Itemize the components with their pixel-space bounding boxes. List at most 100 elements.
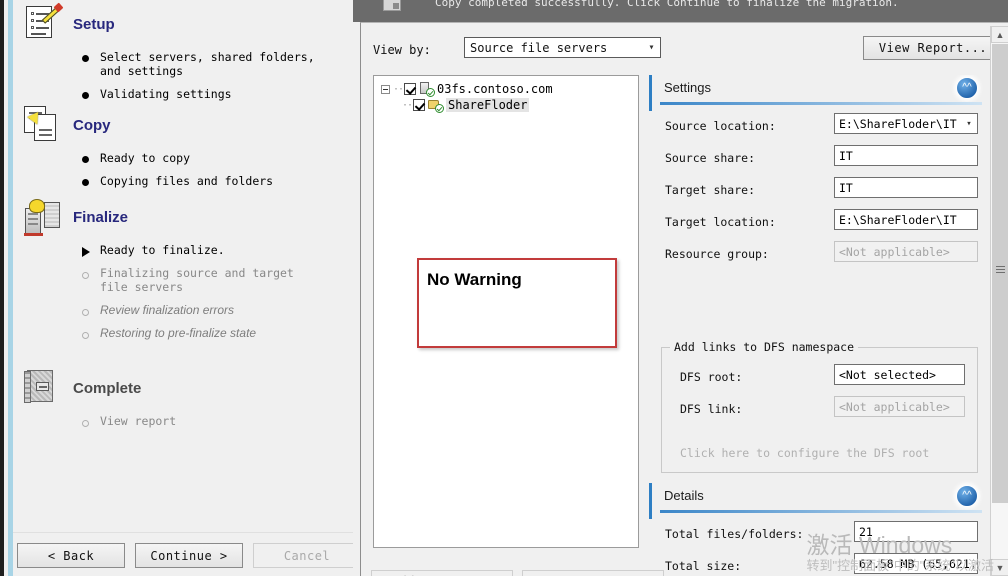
double-chevron-up-icon[interactable]: ^^ bbox=[956, 77, 978, 99]
wizard-group-finalize: Finalize Ready to finalize. Finalizing s… bbox=[23, 197, 321, 349]
step-label: Select servers, shared folders, and sett… bbox=[100, 50, 315, 78]
settings-section-header: Settings ^^ bbox=[649, 75, 986, 111]
step-bullet-icon bbox=[81, 91, 91, 101]
details-section-title: Details bbox=[664, 488, 704, 503]
settings-section-title: Settings bbox=[664, 80, 711, 95]
scroll-up-icon[interactable]: ▲ bbox=[991, 26, 1008, 43]
wizard-steps-container: Setup Select servers, shared folders, an… bbox=[13, 0, 353, 532]
field-label: Target location: bbox=[665, 215, 776, 229]
field-value: <Not applicable> bbox=[839, 244, 950, 259]
window-titlebar: Copy completed successfully. Click Conti… bbox=[353, 0, 1008, 22]
double-chevron-up-icon[interactable]: ^^ bbox=[956, 485, 978, 507]
setup-pencil-icon bbox=[23, 2, 64, 44]
wizard-footer: < Back Continue > Cancel bbox=[13, 532, 353, 576]
field-value: E:\ShareFloder\IT bbox=[839, 212, 957, 227]
wizard-group-setup-title: Setup bbox=[73, 15, 115, 33]
step-label: Ready to finalize. bbox=[100, 243, 225, 257]
dfs-link-input: <Not applicable> bbox=[834, 396, 965, 417]
window-title: Copy completed successfully. Click Conti… bbox=[435, 0, 899, 9]
app-root: Setup Select servers, shared folders, an… bbox=[0, 0, 1008, 576]
dfs-group-legend: Add links to DFS namespace bbox=[670, 340, 859, 354]
step-label: Restoring to pre-finalize state bbox=[100, 326, 257, 340]
wizard-step[interactable]: Restoring to pre-finalize state bbox=[81, 326, 321, 340]
section-divider bbox=[660, 510, 982, 513]
dfs-root-input[interactable]: <Not selected> bbox=[834, 364, 965, 385]
wizard-group-copy-steps: Ready to copy Copying files and folders bbox=[81, 151, 321, 188]
field-label: Resource group: bbox=[665, 247, 769, 261]
step-label: Ready to copy bbox=[100, 151, 191, 165]
wizard-group-copy-header: Copy bbox=[23, 105, 321, 145]
field-target-share: Target share: IT bbox=[649, 175, 986, 207]
field-source-share: Source share: IT bbox=[649, 143, 986, 175]
copy-pages-icon bbox=[23, 105, 63, 145]
field-dfs-root: DFS root: <Not selected> bbox=[662, 362, 977, 394]
total-files-value: 21 bbox=[854, 521, 978, 542]
tree-connector: ··· bbox=[402, 99, 418, 111]
field-value: E:\ShareFloder\IT bbox=[839, 116, 957, 131]
field-label: DFS root: bbox=[680, 370, 743, 384]
field-dfs-link: DFS link: <Not applicable> bbox=[662, 394, 977, 426]
field-label: Source share: bbox=[665, 151, 756, 165]
wizard-step-current[interactable]: Ready to finalize. bbox=[81, 243, 321, 257]
field-total-files: Total files/folders: 21 bbox=[649, 519, 986, 551]
wizard-group-setup-header: Setup bbox=[23, 2, 321, 44]
view-by-select[interactable]: Source file servers ▾ bbox=[464, 37, 661, 58]
step-label: Validating settings bbox=[100, 87, 232, 101]
wizard-group-complete: Complete View report bbox=[23, 368, 321, 437]
step-label: Finalizing source and target file server… bbox=[100, 266, 294, 294]
chevron-down-icon: ▾ bbox=[966, 118, 972, 129]
no-warning-callout: No Warning bbox=[417, 258, 617, 348]
scroll-down-icon[interactable]: ▼ bbox=[991, 559, 1008, 576]
target-share-input[interactable]: IT bbox=[834, 177, 978, 198]
field-resource-group: Resource group: <Not applicable> bbox=[649, 239, 986, 271]
scrollbar-thumb[interactable] bbox=[992, 44, 1008, 503]
tree-node-label: 03fs.contoso.com bbox=[437, 82, 553, 96]
document-icon bbox=[383, 0, 401, 11]
view-by-label: View by: bbox=[373, 43, 431, 57]
back-button[interactable]: < Back bbox=[17, 543, 125, 568]
continue-button[interactable]: Continue > bbox=[135, 543, 243, 568]
step-label: Review finalization errors bbox=[100, 303, 235, 317]
wizard-step[interactable]: Finalizing source and target file server… bbox=[81, 266, 321, 294]
page-scrollbar[interactable]: ▲ ▼ bbox=[990, 26, 1008, 576]
wizard-step[interactable]: Ready to copy bbox=[81, 151, 321, 165]
step-arrow-icon bbox=[81, 247, 91, 257]
field-target-location: Target location: E:\ShareFloder\IT bbox=[649, 207, 986, 239]
total-size-value: 62.58 MB (65,621,750 bbox=[854, 553, 978, 574]
field-value: <Not selected> bbox=[839, 367, 936, 382]
wizard-step[interactable]: View report bbox=[81, 414, 321, 428]
field-value: IT bbox=[839, 180, 853, 195]
collapse-expander-icon[interactable] bbox=[381, 84, 390, 94]
wizard-step[interactable]: Select servers, shared folders, and sett… bbox=[81, 50, 321, 78]
step-bullet-icon bbox=[81, 155, 91, 165]
wizard-group-complete-title: Complete bbox=[73, 379, 142, 397]
details-section: Details ^^ Total files/folders: 21 Total… bbox=[649, 483, 986, 576]
tree-node-share[interactable]: ··· ShareFloder bbox=[402, 98, 530, 113]
folder-icon bbox=[428, 98, 444, 113]
wizard-step[interactable]: Copying files and folders bbox=[81, 174, 321, 188]
tree-checkbox[interactable] bbox=[413, 99, 425, 111]
resource-group-input: <Not applicable> bbox=[834, 241, 978, 262]
view-by-value: Source file servers bbox=[470, 40, 608, 55]
dfs-configure-link[interactable]: Click here to configure the DFS root bbox=[680, 446, 929, 460]
add-server-button: Add Server... bbox=[371, 570, 513, 576]
target-location-input[interactable]: E:\ShareFloder\IT bbox=[834, 209, 978, 230]
dfs-namespace-group: Add links to DFS namespace DFS root: <No… bbox=[661, 340, 978, 473]
step-bullet-icon bbox=[81, 54, 91, 64]
view-report-button[interactable]: View Report... bbox=[863, 36, 1003, 60]
source-location-combo[interactable]: E:\ShareFloder\IT ▾ bbox=[834, 113, 978, 134]
wizard-step[interactable]: Review finalization errors bbox=[81, 303, 321, 317]
tree-node-root[interactable]: ··· 03fs.contoso.com bbox=[381, 82, 553, 97]
field-value: 62.58 MB (65,621,750 bbox=[859, 556, 977, 571]
field-value: <Not applicable> bbox=[839, 399, 950, 414]
wizard-group-finalize-header: Finalize bbox=[23, 197, 321, 237]
tree-checkbox[interactable] bbox=[404, 83, 416, 95]
wizard-sidebar: Setup Select servers, shared folders, an… bbox=[0, 0, 353, 576]
wizard-group-complete-steps: View report bbox=[81, 414, 321, 428]
wizard-step[interactable]: Validating settings bbox=[81, 87, 321, 101]
field-label: Total files/folders: bbox=[665, 527, 804, 541]
wizard-group-finalize-steps: Ready to finalize. Finalizing source and… bbox=[81, 243, 321, 340]
source-share-input[interactable]: IT bbox=[834, 145, 978, 166]
details-section-header: Details ^^ bbox=[649, 483, 986, 519]
field-label: Source location: bbox=[665, 119, 776, 133]
